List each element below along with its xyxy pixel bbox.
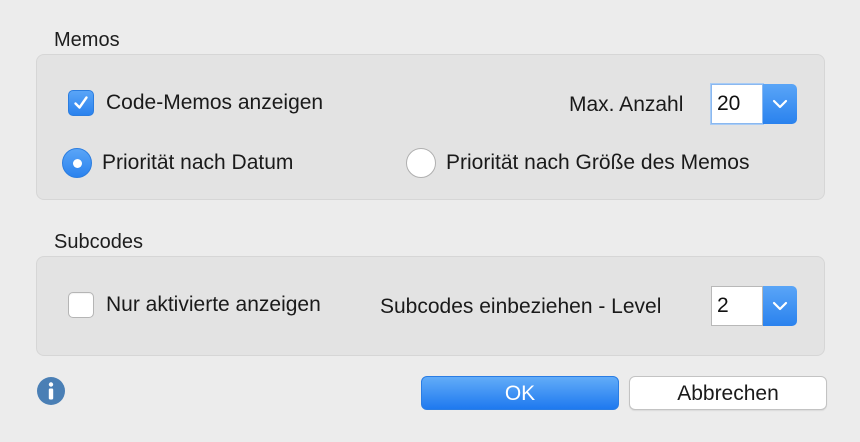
show-code-memos-checkbox[interactable] bbox=[68, 90, 94, 116]
priority-date-label: Priorität nach Datum bbox=[102, 151, 294, 174]
max-count-dropdown-button[interactable] bbox=[763, 84, 797, 124]
only-activated-checkbox[interactable] bbox=[68, 292, 94, 318]
include-level-combobox[interactable]: 2 bbox=[711, 286, 797, 326]
subcodes-group-title: Subcodes bbox=[54, 231, 143, 253]
checkmark-icon bbox=[74, 96, 88, 109]
max-count-label: Max. Anzahl bbox=[569, 93, 684, 116]
chevron-down-icon bbox=[772, 99, 788, 109]
priority-date-radio[interactable] bbox=[62, 148, 92, 178]
show-code-memos-checkbox-row[interactable]: Code-Memos anzeigen bbox=[68, 90, 323, 116]
priority-size-radio[interactable] bbox=[406, 148, 436, 178]
chevron-down-icon bbox=[772, 301, 788, 311]
priority-size-radio-row[interactable]: Priorität nach Größe des Memos bbox=[406, 148, 749, 178]
ok-button[interactable]: OK bbox=[421, 376, 619, 410]
priority-size-label: Priorität nach Größe des Memos bbox=[446, 151, 750, 174]
show-code-memos-label: Code-Memos anzeigen bbox=[106, 91, 324, 114]
memos-group-box bbox=[36, 54, 825, 200]
cancel-button[interactable]: Abbrechen bbox=[629, 376, 827, 410]
max-count-value[interactable]: 20 bbox=[711, 84, 763, 124]
memos-group-title: Memos bbox=[54, 29, 120, 51]
include-level-label: Subcodes einbeziehen - Level bbox=[380, 295, 662, 318]
priority-date-radio-row[interactable]: Priorität nach Datum bbox=[62, 148, 293, 178]
only-activated-checkbox-row[interactable]: Nur aktivierte anzeigen bbox=[68, 292, 321, 318]
radio-dot-icon bbox=[72, 158, 82, 168]
only-activated-label: Nur aktivierte anzeigen bbox=[106, 293, 321, 316]
include-level-value[interactable]: 2 bbox=[711, 286, 763, 326]
max-count-combobox[interactable]: 20 bbox=[711, 84, 797, 124]
include-level-dropdown-button[interactable] bbox=[763, 286, 797, 326]
info-circle-icon[interactable] bbox=[36, 376, 66, 406]
